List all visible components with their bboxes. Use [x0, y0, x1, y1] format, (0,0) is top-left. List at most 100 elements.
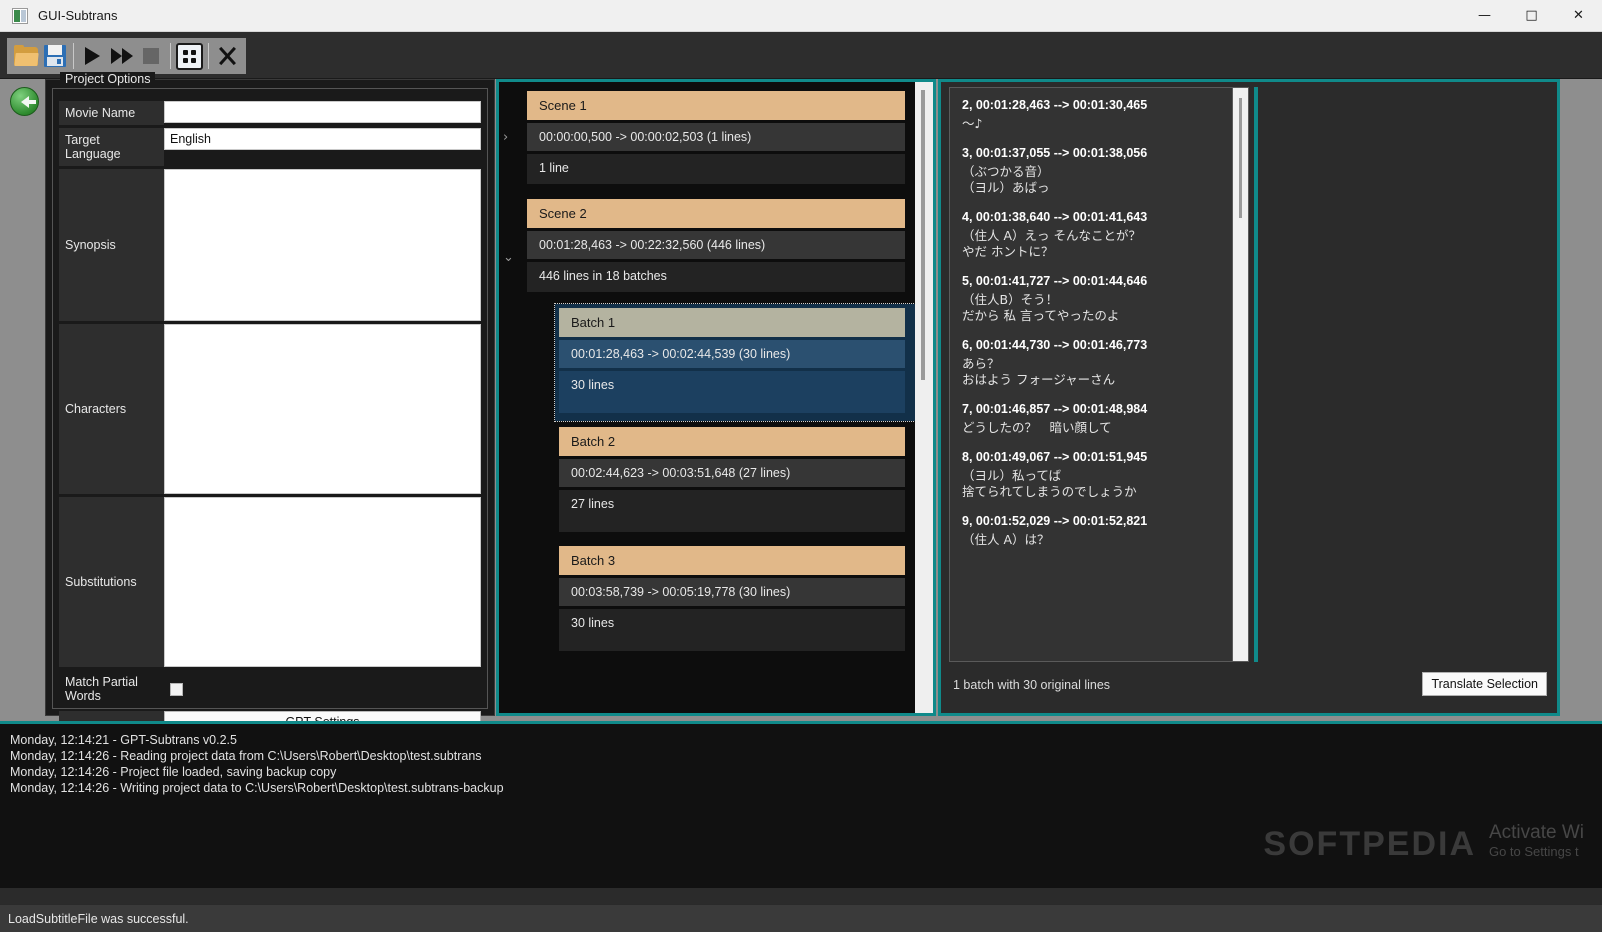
log-line: Monday, 12:14:26 - Project file loaded, … — [10, 765, 337, 779]
batch-list: Batch 1 00:01:28,463 -> 00:02:44,539 (30… — [517, 303, 916, 659]
scene-title: Scene 2 — [527, 199, 905, 228]
batch-range: 00:02:44,623 -> 00:03:51,648 (27 lines) — [559, 459, 905, 487]
batch-range: 00:01:28,463 -> 00:02:44,539 (30 lines) — [559, 340, 905, 368]
batch-title: Batch 2 — [559, 427, 905, 456]
batch-summary: 30 lines — [559, 609, 905, 651]
subtitle-entry[interactable]: 8, 00:01:49,067 --> 00:01:51,945 （ヨル）私って… — [962, 450, 1220, 500]
maximize-button[interactable]: □ — [1508, 0, 1555, 32]
match-partial-words-checkbox[interactable] — [170, 682, 183, 696]
batch-range: 00:03:58,739 -> 00:05:19,778 (30 lines) — [559, 578, 905, 606]
minimize-button[interactable]: — — [1461, 0, 1508, 32]
scene-1-expander[interactable]: › — [503, 130, 508, 145]
batch-title: Batch 3 — [559, 546, 905, 575]
movie-name-label: Movie Name — [59, 101, 164, 125]
subtitle-timecode: 6, 00:01:44,730 --> 00:01:46,773 — [962, 338, 1148, 352]
play-icon — [85, 47, 101, 65]
project-options-panel: Project Options Movie Name Target Langua… — [45, 72, 495, 733]
movie-name-row: Movie Name — [59, 101, 481, 125]
subtitle-timecode: 9, 00:01:52,029 --> 00:01:52,821 — [962, 514, 1148, 528]
translations-list[interactable] — [1262, 87, 1554, 662]
target-language-row: Target Language — [59, 128, 481, 166]
title-bar: GUI-Subtrans — □ ✕ — [0, 0, 1602, 32]
save-icon — [43, 45, 66, 67]
translations-area[interactable] — [1254, 87, 1554, 662]
subtitles-scrollbar[interactable] — [1233, 87, 1249, 662]
subtitle-text: あら？ おはよう フォージャーさん — [962, 356, 1116, 387]
folder-icon — [13, 44, 39, 66]
scene-list: Scene 1 00:00:00,500 -> 00:00:02,503 (1 … — [517, 82, 916, 713]
open-project-button[interactable] — [11, 40, 40, 72]
translate-selection-button[interactable]: Translate Selection — [1422, 672, 1547, 696]
batch-summary: 27 lines — [559, 490, 905, 532]
subtitle-timecode: 7, 00:01:46,857 --> 00:01:48,984 — [962, 402, 1148, 416]
substitutions-row: Substitutions — [59, 497, 481, 667]
subtitle-text: （住人 A）えっ そんなことが？ やだ ホントに？ — [962, 228, 1141, 259]
subtitle-entry[interactable]: 2, 00:01:28,463 --> 00:01:30,465 〜♪ — [962, 98, 1220, 132]
log-line: Monday, 12:14:21 - GPT-Subtrans v0.2.5 — [10, 733, 237, 747]
toolbar-separator — [73, 43, 75, 69]
stop-translating-button[interactable] — [137, 40, 166, 72]
activate-windows-line2: Go to Settings t — [1488, 844, 1579, 859]
synopsis-label: Synopsis — [59, 169, 164, 321]
selection-status-text: 1 batch with 30 original lines — [953, 678, 1111, 692]
scene-title: Scene 1 — [527, 91, 905, 120]
batch-item[interactable]: Batch 2 00:02:44,623 -> 00:03:51,648 (27… — [555, 423, 915, 540]
subtitle-timecode: 8, 00:01:49,067 --> 00:01:51,945 — [962, 450, 1148, 464]
subtitles-scroll-thumb[interactable] — [1239, 98, 1242, 218]
scene-range: 00:01:28,463 -> 00:22:32,560 (446 lines) — [527, 231, 905, 259]
start-translating-button[interactable] — [78, 40, 107, 72]
subtitle-entry[interactable]: 7, 00:01:46,857 --> 00:01:48,984 どうしたの？ … — [962, 402, 1220, 436]
activate-windows-watermark: Activate Wi Go to Settings t — [1489, 822, 1584, 860]
scene-batch-panel: › ⌄ Scene 1 00:00:00,500 -> 00:00:02,503… — [496, 79, 936, 716]
quit-button[interactable] — [213, 40, 242, 72]
scene-item[interactable]: Scene 1 00:00:00,500 -> 00:00:02,503 (1 … — [517, 88, 915, 192]
toolbar-separator — [169, 43, 171, 69]
characters-input[interactable] — [164, 324, 481, 494]
status-bar-message: LoadSubtitleFile was successful. — [8, 911, 189, 926]
close-button[interactable]: ✕ — [1555, 0, 1602, 32]
scene-range: 00:00:00,500 -> 00:00:02,503 (1 lines) — [527, 123, 905, 151]
movie-name-input[interactable] — [164, 101, 481, 123]
original-subtitles-area: 2, 00:01:28,463 --> 00:01:30,465 〜♪ 3, 0… — [949, 87, 1249, 662]
subtitle-timecode: 5, 00:01:41,727 --> 00:01:44,646 — [962, 274, 1148, 288]
subtitle-text: （住人B）そう！ だから 私 言ってやったのよ — [962, 292, 1120, 323]
close-x-icon — [216, 45, 238, 67]
scene-tree-gutter: › ⌄ — [499, 82, 517, 713]
start-translating-fast-button[interactable] — [107, 40, 136, 72]
navigation-strip — [0, 79, 45, 721]
subtitle-entry[interactable]: 9, 00:01:52,029 --> 00:01:52,821 （住人 A）は… — [962, 514, 1220, 548]
subtitle-text: （ぶつかる音） （ヨル）あばっ — [962, 164, 1050, 195]
selection-status-row: 1 batch with 30 original lines Translate… — [941, 661, 1557, 713]
window-controls: — □ ✕ — [1461, 0, 1602, 32]
target-language-input[interactable] — [164, 128, 481, 150]
batch-item[interactable]: Batch 3 00:03:58,739 -> 00:05:19,778 (30… — [555, 542, 915, 659]
scene-2-expander[interactable]: ⌄ — [503, 250, 514, 265]
subtitle-timecode: 4, 00:01:38,640 --> 00:01:41,643 — [962, 210, 1148, 224]
substitutions-label: Substitutions — [59, 497, 164, 667]
subtitle-entry[interactable]: 4, 00:01:38,640 --> 00:01:41,643 （住人 A）え… — [962, 210, 1220, 260]
subtitle-entry[interactable]: 3, 00:01:37,055 --> 00:01:38,056 （ぶつかる音）… — [962, 146, 1220, 196]
activate-windows-line1: Activate Wi — [1488, 822, 1584, 843]
substitutions-input[interactable] — [164, 497, 481, 667]
scene-summary: 1 line — [527, 154, 905, 184]
original-subtitles-list[interactable]: 2, 00:01:28,463 --> 00:01:30,465 〜♪ 3, 0… — [949, 87, 1233, 662]
save-project-button[interactable] — [40, 40, 69, 72]
subtitle-panel: 2, 00:01:28,463 --> 00:01:30,465 〜♪ 3, 0… — [938, 79, 1560, 716]
main-area: Project Options Movie Name Target Langua… — [0, 72, 1602, 733]
match-partial-words-row: Match Partial Words — [59, 670, 481, 708]
subtitle-text: （ヨル）私ってば 捨てられてしまうのでしょうか — [962, 468, 1137, 499]
batch-item[interactable]: Batch 1 00:01:28,463 -> 00:02:44,539 (30… — [554, 303, 916, 422]
subtitle-entry[interactable]: 5, 00:01:41,727 --> 00:01:44,646 （住人B）そう… — [962, 274, 1220, 324]
softpedia-watermark: SOFTPEDIA — [1263, 825, 1476, 863]
synopsis-input[interactable] — [164, 169, 481, 321]
log-panel[interactable]: Monday, 12:14:21 - GPT-Subtrans v0.2.5 M… — [0, 721, 1602, 888]
subtitle-entry[interactable]: 6, 00:01:44,730 --> 00:01:46,773 あら？ おはよ… — [962, 338, 1220, 388]
scene-panel-scroll-thumb[interactable] — [921, 90, 925, 380]
project-settings-button[interactable] — [175, 40, 204, 72]
scene-item[interactable]: Scene 2 00:01:28,463 -> 00:22:32,560 (44… — [517, 196, 915, 300]
scene-panel-scrollbar[interactable] — [915, 82, 933, 713]
app-icon — [12, 7, 28, 24]
back-arrow-icon[interactable] — [10, 87, 39, 116]
toolbar-separator — [207, 43, 209, 69]
subtitle-text: どうしたの？ 暗い顔して — [962, 420, 1112, 435]
